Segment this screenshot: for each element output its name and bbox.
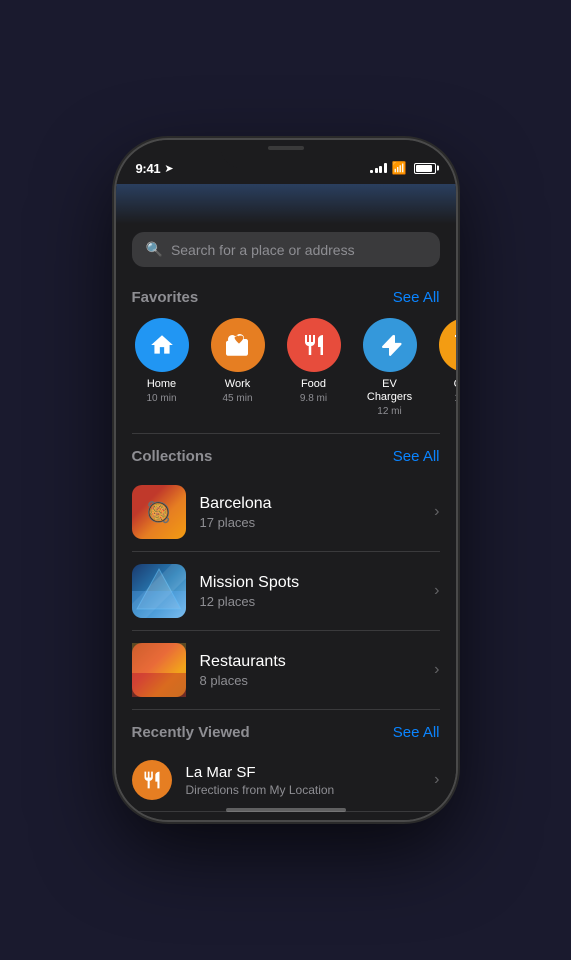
chevron-right-icon-2: › (434, 582, 439, 600)
phone-frame: 9:41 ➤ 📶 🔍 Search fo (116, 140, 456, 820)
recent-lamar[interactable]: La Mar SF Directions from My Location › (116, 749, 456, 811)
favorite-food-label: Food (301, 378, 326, 391)
collection-barcelona-info: Barcelona 17 places (200, 495, 272, 530)
favorites-header: Favorites See All (116, 275, 456, 314)
collection-restaurants-thumb (132, 643, 186, 697)
collection-mission-thumb (132, 564, 186, 618)
favorite-ev-sublabel: 12 mi (377, 406, 401, 417)
favorite-work-icon (211, 318, 265, 372)
notch (221, 140, 351, 168)
collection-mission-count: 12 places (200, 594, 300, 609)
favorites-title: Favorites (132, 289, 199, 306)
collection-barcelona[interactable]: 🥘 Barcelona 17 places › (116, 473, 456, 551)
favorite-home-icon (135, 318, 189, 372)
collection-restaurants-count: 8 places (200, 673, 286, 688)
recently-viewed-header: Recently Viewed See All (116, 710, 456, 749)
collection-barcelona-thumb: 🥘 (132, 485, 186, 539)
status-icons: 📶 (370, 161, 435, 175)
status-time: 9:41 (136, 161, 161, 176)
phone-screen: 9:41 ➤ 📶 🔍 Search fo (116, 140, 456, 820)
recent-lamar-icon (132, 760, 172, 800)
favorite-food-sublabel: 9.8 mi (300, 393, 327, 404)
collection-restaurants-info: Restaurants 8 places (200, 653, 286, 688)
recent-lamar-name: La Mar SF (186, 764, 335, 781)
search-icon: 🔍 (146, 241, 163, 258)
chevron-right-icon-4: › (434, 771, 439, 789)
favorite-ev[interactable]: EV Chargers 12 mi (360, 318, 420, 417)
favorite-grocery[interactable]: Groc 13 m (436, 318, 456, 417)
drag-pill (268, 146, 304, 150)
main-content: Favorites See All Home 10 min Wor (116, 275, 456, 820)
wifi-icon: 📶 (392, 161, 407, 175)
home-indicator (226, 808, 346, 812)
favorite-work-label: Work (225, 378, 250, 391)
favorite-home[interactable]: Home 10 min (132, 318, 192, 417)
collections-see-all[interactable]: See All (393, 448, 440, 465)
favorite-work[interactable]: Work 45 min (208, 318, 268, 417)
chevron-right-icon-3: › (434, 661, 439, 679)
collections-header: Collections See All (116, 434, 456, 473)
recent-candy[interactable]: The Candy Store 1507 Vallejo St, San Fra… (116, 812, 456, 820)
collection-barcelona-count: 17 places (200, 515, 272, 530)
recently-viewed-see-all[interactable]: See All (393, 724, 440, 741)
search-bar[interactable]: 🔍 Search for a place or address (132, 232, 440, 267)
chevron-right-icon: › (434, 503, 439, 521)
signal-bars-icon (370, 163, 387, 173)
favorite-work-sublabel: 45 min (222, 393, 252, 404)
favorite-grocery-label: Groc (454, 378, 456, 391)
favorite-grocery-sublabel: 13 m (454, 393, 455, 404)
search-placeholder: Search for a place or address (171, 242, 355, 258)
favorite-food-icon (287, 318, 341, 372)
collection-barcelona-name: Barcelona (200, 495, 272, 513)
recent-lamar-info: La Mar SF Directions from My Location (186, 764, 335, 797)
recent-lamar-addr: Directions from My Location (186, 783, 335, 797)
favorite-home-label: Home (147, 378, 176, 391)
battery-icon (414, 163, 436, 174)
favorite-grocery-icon (439, 318, 456, 372)
favorites-see-all[interactable]: See All (393, 289, 440, 306)
favorites-list: Home 10 min Work 45 min Food (116, 314, 456, 433)
location-arrow-icon: ➤ (164, 162, 173, 175)
collection-restaurants-name: Restaurants (200, 653, 286, 671)
favorite-home-sublabel: 10 min (146, 393, 176, 404)
search-bar-container: 🔍 Search for a place or address (116, 224, 456, 275)
recently-viewed-title: Recently Viewed (132, 724, 250, 741)
collections-title: Collections (132, 448, 213, 465)
favorite-ev-label: EV Chargers (360, 378, 420, 404)
favorite-food[interactable]: Food 9.8 mi (284, 318, 344, 417)
collection-mission-info: Mission Spots 12 places (200, 574, 300, 609)
collection-restaurants[interactable]: Restaurants 8 places › (116, 631, 456, 709)
collection-mission[interactable]: Mission Spots 12 places › (116, 552, 456, 630)
map-background (116, 184, 456, 224)
collection-mission-name: Mission Spots (200, 574, 300, 592)
favorite-ev-icon (363, 318, 417, 372)
